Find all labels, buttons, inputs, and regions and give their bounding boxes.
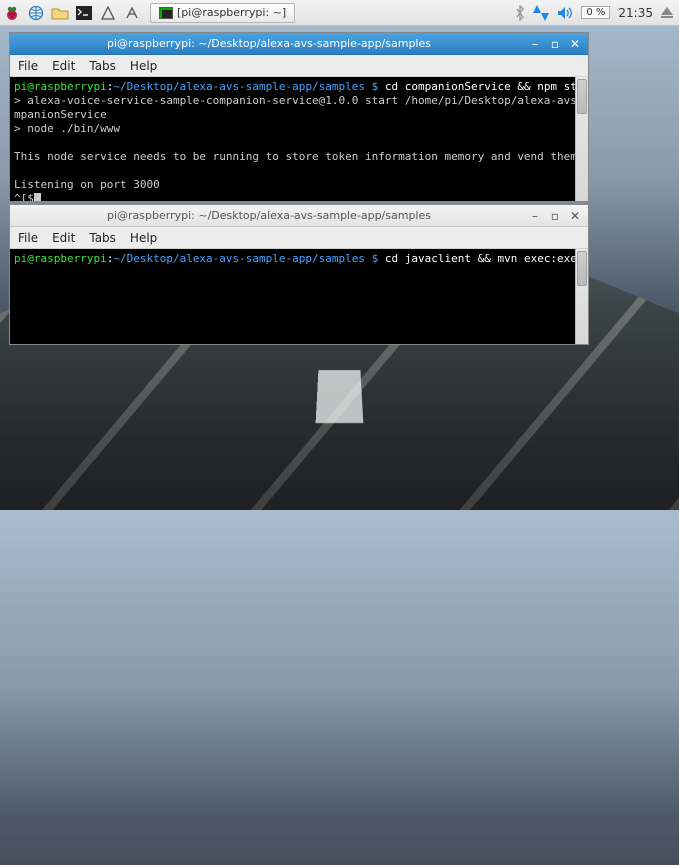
file-manager-icon[interactable]: [48, 2, 72, 24]
scrollbar[interactable]: [575, 77, 588, 201]
network-icon[interactable]: [533, 5, 549, 21]
window-title: pi@raspberrypi: ~/Desktop/alexa-avs-samp…: [16, 209, 522, 222]
terminal-window-1: pi@raspberrypi: ~/Desktop/alexa-avs-samp…: [9, 32, 589, 202]
menubar: File Edit Tabs Help: [10, 227, 588, 249]
menu-file[interactable]: File: [18, 231, 38, 245]
maximize-button[interactable]: ▫: [548, 37, 562, 51]
titlebar[interactable]: pi@raspberrypi: ~/Desktop/alexa-avs-samp…: [10, 205, 588, 227]
eject-icon[interactable]: [661, 7, 673, 18]
taskbar-app-button[interactable]: [pi@raspberrypi: ~]: [150, 3, 295, 23]
taskbar: [pi@raspberrypi: ~] 0 % 21:35: [0, 0, 679, 26]
taskbar-app-label: [pi@raspberrypi: ~]: [177, 6, 286, 19]
app-icon-2[interactable]: [120, 2, 144, 24]
menu-help[interactable]: Help: [130, 231, 157, 245]
close-button[interactable]: ✕: [568, 209, 582, 223]
terminal-window-2: pi@raspberrypi: ~/Desktop/alexa-avs-samp…: [9, 204, 589, 345]
bluetooth-icon[interactable]: [515, 5, 525, 21]
cursor-icon: [34, 193, 41, 201]
system-tray: 0 % 21:35: [515, 5, 679, 21]
titlebar[interactable]: pi@raspberrypi: ~/Desktop/alexa-avs-samp…: [10, 33, 588, 55]
window-title: pi@raspberrypi: ~/Desktop/alexa-avs-samp…: [16, 37, 522, 50]
battery-indicator[interactable]: 0 %: [581, 6, 610, 19]
scrollbar-thumb[interactable]: [577, 251, 587, 286]
terminal-output[interactable]: pi@raspberrypi:~/Desktop/alexa-avs-sampl…: [10, 77, 588, 201]
menubar: File Edit Tabs Help: [10, 55, 588, 77]
clock[interactable]: 21:35: [618, 6, 653, 20]
terminal-icon: [159, 7, 173, 19]
menu-edit[interactable]: Edit: [52, 231, 75, 245]
close-button[interactable]: ✕: [568, 37, 582, 51]
app-icon-1[interactable]: [96, 2, 120, 24]
maximize-button[interactable]: ▫: [548, 209, 562, 223]
volume-icon[interactable]: [557, 6, 573, 20]
menu-raspberry-icon[interactable]: [0, 2, 24, 24]
menu-edit[interactable]: Edit: [52, 59, 75, 73]
scrollbar[interactable]: [575, 249, 588, 344]
menu-tabs[interactable]: Tabs: [89, 59, 116, 73]
menu-help[interactable]: Help: [130, 59, 157, 73]
web-browser-icon[interactable]: [24, 2, 48, 24]
terminal-launcher-icon[interactable]: [72, 2, 96, 24]
minimize-button[interactable]: –: [528, 37, 542, 51]
terminal-output[interactable]: pi@raspberrypi:~/Desktop/alexa-avs-sampl…: [10, 249, 588, 344]
scrollbar-thumb[interactable]: [577, 79, 587, 114]
minimize-button[interactable]: –: [528, 209, 542, 223]
menu-tabs[interactable]: Tabs: [89, 231, 116, 245]
menu-file[interactable]: File: [18, 59, 38, 73]
